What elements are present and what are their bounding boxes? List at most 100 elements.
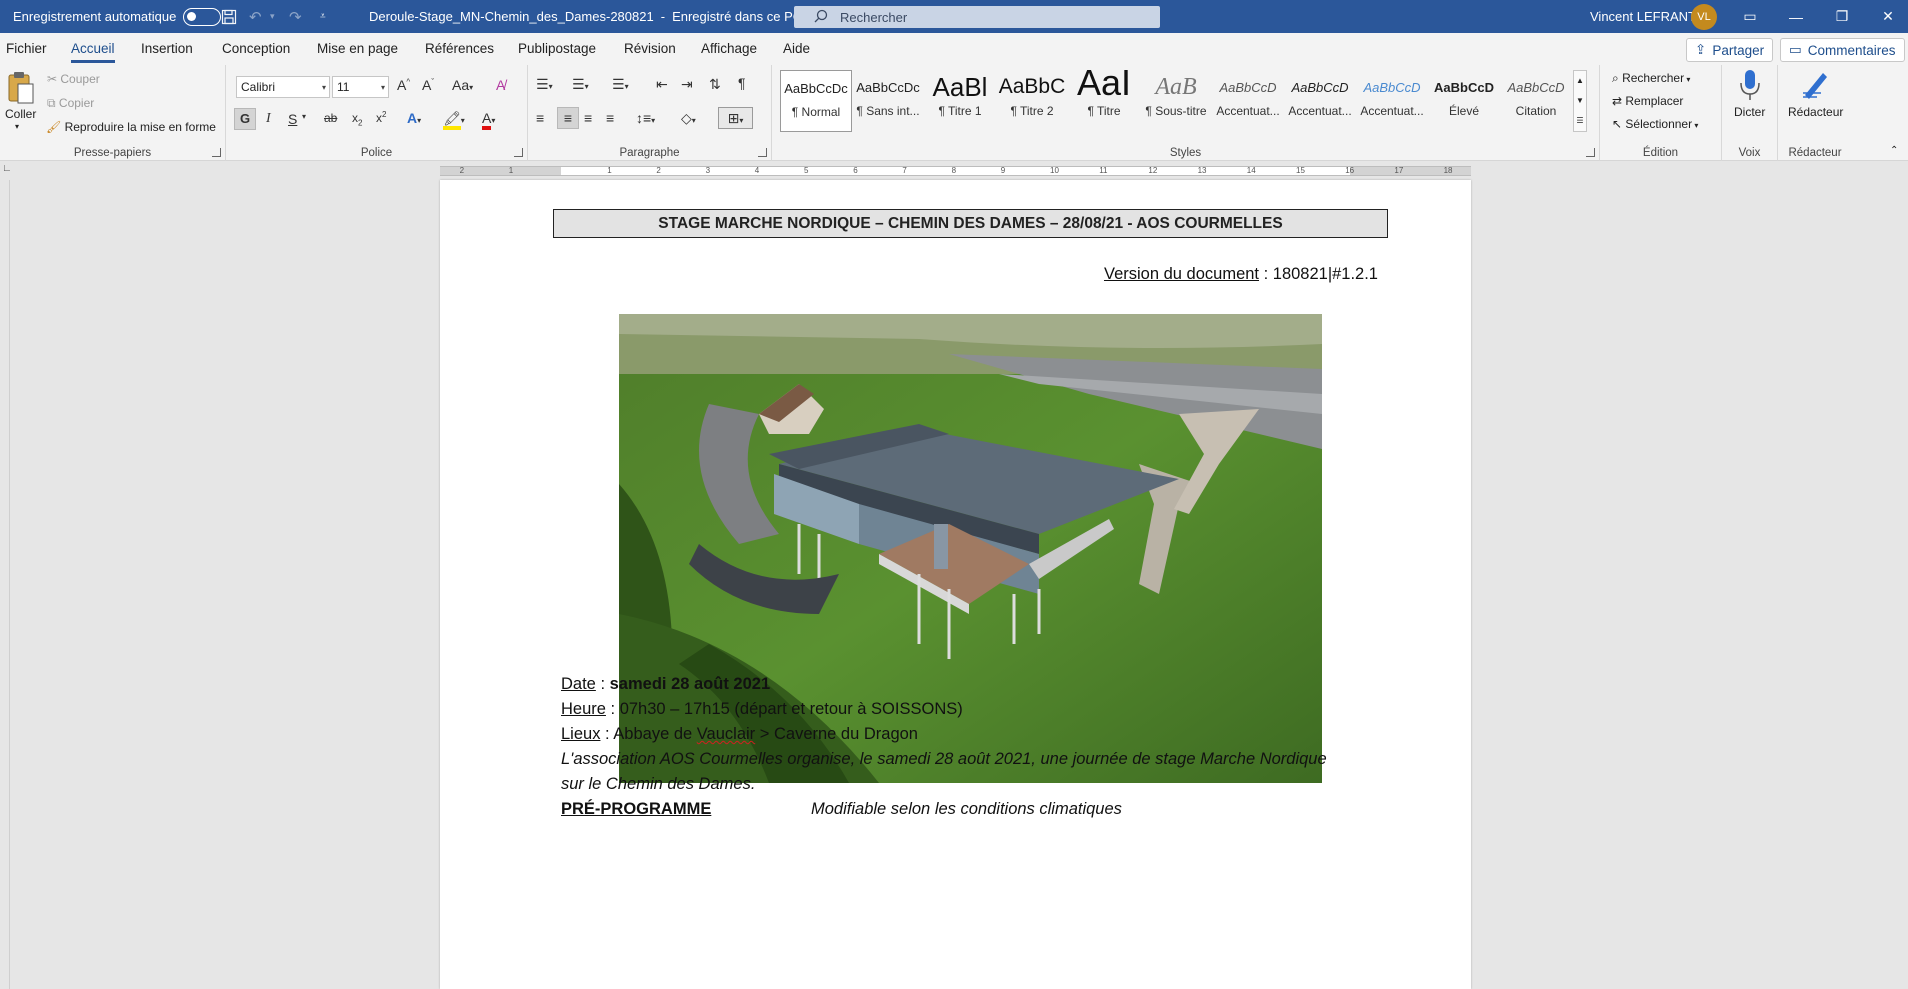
dialog-launcher-icon[interactable] (514, 148, 523, 157)
replace-button[interactable]: ⇄ Remplacer (1612, 94, 1683, 108)
underline-button[interactable]: S (288, 111, 297, 127)
style-no-spacing[interactable]: AaBbCcDc ¶ Sans int... (852, 70, 924, 132)
share-button[interactable]: ⇪ Partager (1686, 38, 1774, 62)
pilcrow-icon[interactable]: ¶ (738, 75, 746, 91)
copy-button[interactable]: ⧉ Copier (47, 96, 94, 111)
editor-button[interactable]: Rédacteur (1788, 105, 1843, 119)
increase-indent-icon[interactable]: ⇥ (681, 76, 693, 93)
align-right-icon[interactable]: ≡ (584, 110, 592, 126)
ruler-bar[interactable]: 2 1 1 2 3 4 5 6 7 8 9 10 11 12 13 14 15 16 17 18 (440, 166, 1471, 176)
editor-pen-icon[interactable] (1799, 69, 1831, 104)
close-icon[interactable]: ✕ (1865, 0, 1908, 33)
microphone-icon[interactable] (1739, 69, 1761, 104)
date-label: Date (561, 675, 596, 693)
underline-dropdown-icon[interactable]: ▾ (302, 112, 306, 121)
redo-icon[interactable]: ↷ (289, 0, 302, 33)
sort-icon[interactable]: ⇅ (709, 76, 721, 93)
find-button[interactable]: ⌕ Rechercher ▾ (1612, 71, 1690, 86)
font-name-combo[interactable]: Calibri ▾ (236, 76, 330, 98)
chevron-up-icon[interactable]: ▲ (1574, 71, 1586, 91)
numbering-icon[interactable]: ☰▾ (572, 76, 589, 93)
strikethrough-icon[interactable]: ab (324, 111, 337, 125)
tab-aide[interactable]: Aide (783, 41, 810, 56)
align-center-icon[interactable]: ≡ (557, 107, 579, 129)
tab-affichage[interactable]: Affichage (701, 41, 757, 56)
italic-button[interactable]: I (266, 111, 271, 127)
more-styles-icon[interactable]: ☰ (1574, 111, 1586, 131)
style-subtitle[interactable]: AaB ¶ Sous-titre (1140, 70, 1212, 132)
chevron-down-icon[interactable]: ▼ (1574, 91, 1586, 111)
tab-conception[interactable]: Conception (222, 41, 290, 56)
document-title[interactable]: Deroule-Stage_MN-Chemin_des_Dames-280821… (369, 0, 812, 33)
line-spacing-icon[interactable]: ↕≡▾ (636, 110, 655, 126)
styles-group-label: Styles (1169, 147, 1202, 159)
autosave-toggle[interactable] (183, 7, 222, 26)
document-page[interactable]: STAGE MARCHE NORDIQUE – CHEMIN DES DAMES… (440, 180, 1471, 989)
borders-icon[interactable]: ⊞▾ (718, 107, 753, 129)
dialog-launcher-icon[interactable] (212, 148, 221, 157)
undo-dropdown-icon[interactable]: ▾ (270, 0, 275, 33)
cut-button[interactable]: ✂ Couper (47, 72, 100, 86)
ribbon-display-icon[interactable]: ▭ (1727, 0, 1773, 33)
search-box[interactable]: Rechercher (794, 6, 1160, 28)
bold-button[interactable]: G (234, 108, 256, 130)
spelling-error-vauclair[interactable]: Vauclair (697, 725, 755, 743)
autosave-control[interactable]: Enregistrement automatique (13, 0, 222, 33)
paste-button[interactable]: Coller (5, 107, 36, 121)
clear-formatting-icon[interactable]: A̸ (496, 77, 505, 93)
minimize-icon[interactable]: — (1773, 0, 1819, 33)
style-quote[interactable]: AaBbCcD Citation (1500, 70, 1572, 132)
save-icon[interactable] (221, 0, 237, 33)
multilevel-list-icon[interactable]: ☰▾ (612, 76, 629, 93)
style-intense-emphasis[interactable]: AaBbCcD Accentuat... (1356, 70, 1428, 132)
font-color-icon[interactable]: A▾ (482, 110, 495, 130)
shrink-font-icon[interactable]: Aˇ (422, 77, 434, 93)
justify-icon[interactable]: ≡ (606, 110, 614, 126)
style-title[interactable]: AaI ¶ Titre (1068, 70, 1140, 132)
user-name[interactable]: Vincent LEFRANT (1590, 0, 1696, 33)
font-size-combo[interactable]: 11 ▾ (332, 76, 389, 98)
highlight-icon[interactable]: 🖍▾ (443, 110, 465, 130)
styles-scroll[interactable]: ▲ ▼ ☰ (1573, 70, 1587, 132)
style-heading-2[interactable]: AaBbC ¶ Titre 2 (996, 70, 1068, 132)
ruler-tick-label: 7 (902, 166, 907, 175)
avatar[interactable]: VL (1691, 3, 1717, 30)
tab-references[interactable]: Références (425, 41, 494, 56)
undo-icon[interactable]: ↶ (249, 0, 262, 33)
paste-dropdown-icon[interactable]: ▾ (15, 122, 19, 131)
shading-icon[interactable]: ◇▾ (681, 110, 696, 127)
tab-fichier[interactable]: Fichier (6, 41, 47, 56)
style-emphasis[interactable]: AaBbCcD Accentuat... (1284, 70, 1356, 132)
tab-mise-en-page[interactable]: Mise en page (317, 41, 398, 56)
style-subtle-emphasis[interactable]: AaBbCcD Accentuat... (1212, 70, 1284, 132)
program-note: Modifiable selon les conditions climatiq… (811, 800, 1122, 818)
tab-publipostage[interactable]: Publipostage (518, 41, 596, 56)
change-case-icon[interactable]: Aa▾ (452, 77, 473, 93)
superscript-icon[interactable]: x2 (376, 110, 386, 125)
style-strong[interactable]: AaBbCcD Élevé (1428, 70, 1500, 132)
text-effects-icon[interactable]: A▾ (407, 110, 421, 126)
restore-icon[interactable]: ❐ (1819, 0, 1865, 33)
tab-accueil[interactable]: Accueil (71, 41, 115, 63)
dialog-launcher-icon[interactable] (1586, 148, 1595, 157)
select-button[interactable]: ↖ Sélectionner ▾ (1612, 117, 1698, 131)
tab-selector-icon[interactable]: ∟ (2, 163, 12, 174)
user-account[interactable]: VL (1691, 0, 1717, 33)
subscript-icon[interactable]: x2 (352, 111, 362, 127)
dialog-launcher-icon[interactable] (758, 148, 767, 157)
tab-insertion[interactable]: Insertion (141, 41, 193, 56)
style-heading-1[interactable]: AaBl ¶ Titre 1 (924, 70, 996, 132)
format-painter-button[interactable]: 🖌 Reproduire la mise en forme (46, 120, 216, 134)
customize-toolbar-icon[interactable]: ⩡ (320, 0, 326, 33)
grow-font-icon[interactable]: A^ (397, 77, 410, 93)
paste-icon[interactable] (6, 71, 36, 107)
ruler-tick-label: 9 (1000, 166, 1006, 175)
style-normal[interactable]: AaBbCcDc ¶ Normal (780, 70, 852, 132)
decrease-indent-icon[interactable]: ⇤ (656, 76, 668, 93)
dictate-button[interactable]: Dicter (1734, 105, 1765, 119)
bullets-icon[interactable]: ☰▾ (536, 76, 553, 93)
collapse-ribbon-icon[interactable]: ⌃ (1890, 145, 1898, 156)
align-left-icon[interactable]: ≡ (536, 110, 544, 126)
tab-revision[interactable]: Révision (624, 41, 676, 56)
comments-button[interactable]: ▭ Commentaires (1780, 38, 1905, 62)
